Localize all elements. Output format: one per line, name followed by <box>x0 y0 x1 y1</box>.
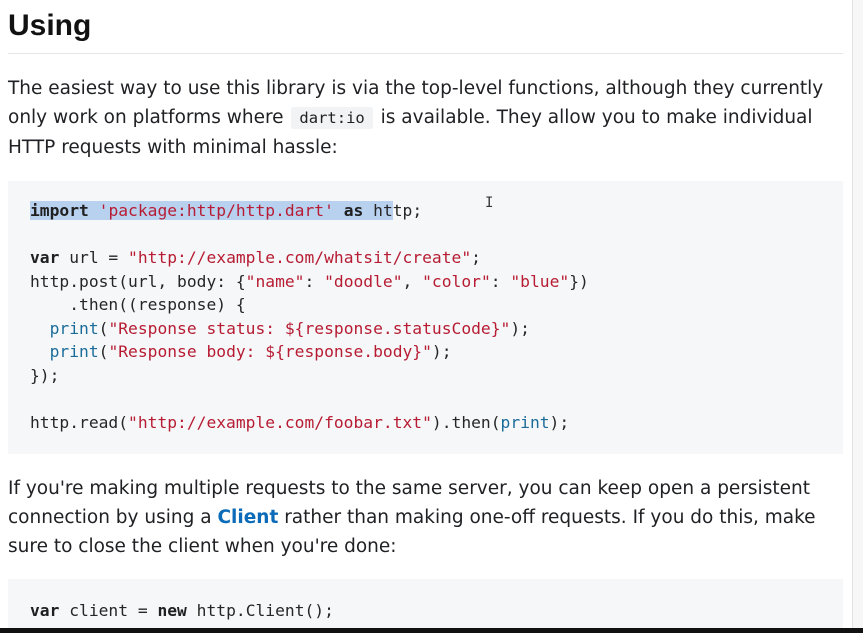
code-line-http-post: http.post(url, body: {"name": "doodle", … <box>30 270 589 294</box>
code-line-print-status: print("Response status: ${response.statu… <box>30 317 530 341</box>
heading-divider <box>8 53 843 54</box>
code-block-http-example[interactable]: import 'package:http/http.dart' as http;… <box>8 181 843 454</box>
code-text: ); <box>431 342 452 361</box>
import-alias-rest: tp; <box>392 201 423 220</box>
string-url-create: "http://example.com/whatsit/create" <box>128 248 472 267</box>
function-print: print <box>500 413 550 432</box>
keyword-new: new <box>157 601 187 620</box>
string-doodle: "doodle" <box>324 272 403 291</box>
code-text: ( <box>98 319 109 338</box>
code-text: http.post(url, body: { <box>30 272 246 291</box>
code-text: : <box>490 272 511 291</box>
code-text: ; <box>471 248 481 267</box>
function-print: print <box>49 342 99 361</box>
docs-page: Using The easiest way to use this librar… <box>0 0 863 633</box>
code-line-print-body: print("Response body: ${response.body}")… <box>30 340 452 364</box>
scrollbar-track[interactable] <box>852 0 863 633</box>
code-line-import: import 'package:http/http.dart' as http; <box>30 199 422 223</box>
code-text: http.Client(); <box>186 601 334 620</box>
code-text: client = <box>59 601 158 620</box>
code-text: ).then( <box>431 413 501 432</box>
keyword-import: import <box>30 201 89 220</box>
section-heading: Using <box>8 9 92 42</box>
code-text: url = <box>59 248 129 267</box>
code-text: : <box>304 272 325 291</box>
code-text: ( <box>98 342 109 361</box>
intro-paragraph: The easiest way to use this library is v… <box>8 74 843 162</box>
code-text: ); <box>510 319 530 338</box>
string-color-key: "color" <box>422 272 491 291</box>
code-line-var-url: var url = "http://example.com/whatsit/cr… <box>30 246 481 270</box>
string-package-path: 'package:http/http.dart' <box>98 201 334 220</box>
code-text: ); <box>549 413 570 432</box>
keyword-as: as <box>343 201 364 220</box>
code-text: http.read( <box>30 413 129 432</box>
import-alias-selected: ht <box>373 201 393 220</box>
client-link[interactable]: Client <box>217 507 278 528</box>
client-paragraph: If you're making multiple requests to th… <box>8 474 843 561</box>
function-print: print <box>49 319 99 338</box>
code-text: }) <box>569 272 589 291</box>
code-line-close: }); <box>30 366 60 385</box>
code-line-then: .then((response) { <box>30 295 246 314</box>
string-blue: "blue" <box>510 272 570 291</box>
code-text: , <box>402 272 423 291</box>
code-line-http-read: http.read("http://example.com/foobar.txt… <box>30 411 569 435</box>
code-line-var-client: var client = new http.Client(); <box>30 599 334 623</box>
string-foobar-url: "http://example.com/foobar.txt" <box>128 413 432 432</box>
string-response-body: "Response body: ${response.body}" <box>108 342 432 361</box>
inline-code-dart-io: dart:io <box>291 107 373 129</box>
string-name-key: "name" <box>245 272 305 291</box>
keyword-var: var <box>30 601 60 620</box>
text-cursor-icon: I <box>485 195 494 211</box>
string-response-status: "Response status: ${response.statusCode}… <box>108 319 511 338</box>
keyword-var: var <box>30 248 60 267</box>
code-block-client[interactable]: var client = new http.Client(); <box>8 579 843 633</box>
bottom-edge-bar <box>0 628 863 633</box>
